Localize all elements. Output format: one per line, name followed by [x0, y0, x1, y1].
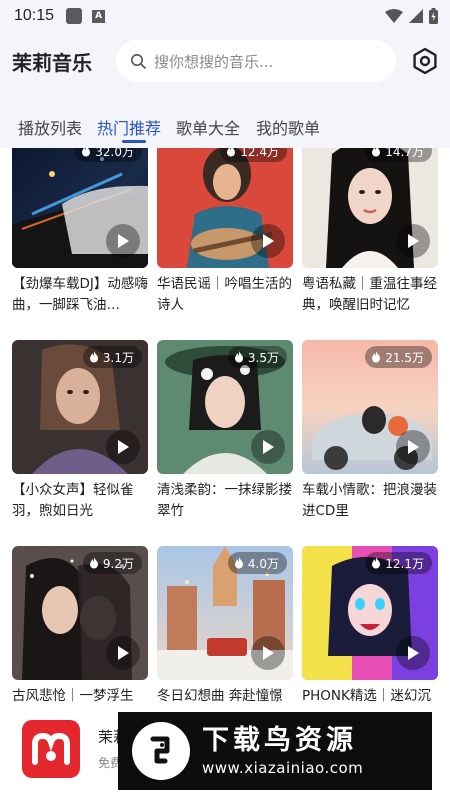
play-count-badge: 12.1万 — [365, 552, 432, 574]
app-logo-icon — [22, 720, 80, 778]
play-count-badge: 14.7万 — [365, 148, 432, 162]
battery-icon — [429, 8, 438, 24]
flame-icon — [89, 351, 98, 363]
play-button[interactable] — [396, 430, 430, 464]
flame-icon — [234, 351, 243, 363]
play-count: 3.1万 — [102, 350, 134, 365]
tab-all-playlists[interactable]: 歌单大全 — [176, 115, 240, 139]
playlist-card[interactable]: 32.0万 【劲爆车载DJ】动感嗨曲，一脚踩飞油… — [12, 148, 148, 316]
play-count-badge: 4.0万 — [227, 552, 287, 574]
playlist-card[interactable]: 4.0万 冬日幻想曲 奔赴憧憬 — [157, 546, 293, 718]
play-button[interactable] — [251, 430, 285, 464]
settings-button[interactable] — [410, 46, 440, 76]
tab-playlist[interactable]: 播放列表 — [18, 115, 82, 139]
playlist-title: 【小众女声】轻似雀羽，煦如日光 — [12, 482, 134, 519]
play-icon — [118, 646, 129, 660]
play-button[interactable] — [106, 224, 140, 258]
playlist-title: 华语民谣｜吟唱生活的诗人 — [157, 276, 292, 313]
flame-icon — [82, 148, 91, 157]
playlist-card[interactable]: 3.1万 【小众女声】轻似雀羽，煦如日光 — [12, 340, 148, 522]
play-button[interactable] — [251, 224, 285, 258]
signal-icon — [409, 9, 423, 23]
play-icon — [408, 234, 419, 248]
flame-icon — [372, 148, 381, 157]
play-count: 3.5万 — [247, 350, 279, 365]
playlist-cover: 14.7万 — [302, 148, 438, 268]
playlist-title: 【劲爆车载DJ】动感嗨曲，一脚踩飞油… — [12, 276, 148, 313]
play-button[interactable] — [251, 636, 285, 670]
playlist-title: 粤语私藏｜重温往事经典，唤醒旧时记忆 — [302, 276, 437, 313]
playlist-card[interactable]: 14.7万 粤语私藏｜重温往事经典，唤醒旧时记忆 — [302, 148, 438, 316]
play-count: 14.7万 — [385, 148, 424, 159]
play-button[interactable] — [396, 224, 430, 258]
playlist-card[interactable]: 21.5万 车载小情歌：把浪漫装进CD里 — [302, 340, 438, 522]
playlist-card[interactable]: 9.2万 古风悲怆｜一梦浮生 — [12, 546, 148, 718]
tab-hot-recommend[interactable]: 热门推荐 — [97, 115, 161, 139]
notification-a-icon: A — [92, 9, 106, 23]
play-count: 32.0万 — [95, 148, 134, 159]
play-icon — [263, 440, 274, 454]
play-count: 21.5万 — [385, 350, 424, 365]
wifi-icon — [385, 9, 403, 23]
play-count: 4.0万 — [247, 556, 279, 571]
watermark-title: 下载鸟资源 — [202, 725, 357, 756]
category-tabs: 播放列表 热门推荐 歌单大全 我的歌单 — [0, 92, 450, 148]
flame-icon — [227, 148, 236, 157]
playlist-title: 清浅柔韵：一抹绿影搂翠竹 — [157, 482, 292, 519]
active-tab-indicator — [122, 140, 146, 143]
play-icon — [408, 646, 419, 660]
status-time: 10:15 — [14, 7, 55, 24]
play-count: 12.1万 — [385, 556, 424, 571]
settings-hex-icon — [413, 47, 437, 75]
play-count: 9.2万 — [102, 556, 134, 571]
playlist-cover: 3.5万 — [157, 340, 293, 474]
playlist-cover: 3.1万 — [12, 340, 148, 474]
play-icon — [118, 440, 129, 454]
playlist-cover: 4.0万 — [157, 546, 293, 680]
search-placeholder: 搜你想搜的音乐... — [154, 52, 274, 71]
play-count-badge: 21.5万 — [365, 346, 432, 368]
flame-icon — [372, 557, 381, 569]
bird-logo-icon — [132, 722, 190, 780]
search-icon — [131, 54, 146, 69]
app-title: 茉莉音乐 — [12, 51, 92, 75]
playlist-cover: 12.1万 — [302, 546, 438, 680]
playlist-card[interactable]: 12.4万 华语民谣｜吟唱生活的诗人 — [157, 148, 293, 316]
playlist-card[interactable]: 12.1万 PHONK精选｜迷幻沉沦 — [302, 546, 438, 718]
play-icon — [408, 440, 419, 454]
play-button[interactable] — [106, 430, 140, 464]
notification-square-icon — [66, 8, 83, 24]
play-count-badge: 32.0万 — [75, 148, 142, 162]
flame-icon — [89, 557, 98, 569]
play-count-badge: 3.5万 — [227, 346, 287, 368]
status-bar: 10:15 A — [0, 0, 450, 32]
play-icon — [263, 234, 274, 248]
play-icon — [263, 646, 274, 660]
play-count: 12.4万 — [240, 148, 279, 159]
watermark-url: www.xiazainiao.com — [202, 759, 364, 777]
play-count-badge: 12.4万 — [220, 148, 287, 162]
play-icon — [118, 234, 129, 248]
flame-icon — [234, 557, 243, 569]
flame-icon — [372, 351, 381, 363]
play-count-badge: 3.1万 — [82, 346, 142, 368]
playlist-cover: 32.0万 — [12, 148, 148, 268]
play-button[interactable] — [396, 636, 430, 670]
tab-my-playlists[interactable]: 我的歌单 — [256, 115, 320, 139]
play-count-badge: 9.2万 — [82, 552, 142, 574]
playlist-cover: 21.5万 — [302, 340, 438, 474]
playlist-grid: 32.0万 【劲爆车载DJ】动感嗨曲，一脚踩飞油… 12.4万 华语民谣｜吟唱生… — [0, 148, 450, 718]
playlist-card[interactable]: 3.5万 清浅柔韵：一抹绿影搂翠竹 — [157, 340, 293, 522]
app-header: 茉莉音乐 搜你想搜的音乐... — [0, 32, 450, 92]
play-button[interactable] — [106, 636, 140, 670]
playlist-cover: 9.2万 — [12, 546, 148, 680]
search-input[interactable]: 搜你想搜的音乐... — [116, 40, 396, 82]
playlist-cover: 12.4万 — [157, 148, 293, 268]
watermark-banner: 下载鸟资源 www.xiazainiao.com — [118, 712, 432, 790]
playlist-title: 车载小情歌：把浪漫装进CD里 — [302, 482, 437, 519]
